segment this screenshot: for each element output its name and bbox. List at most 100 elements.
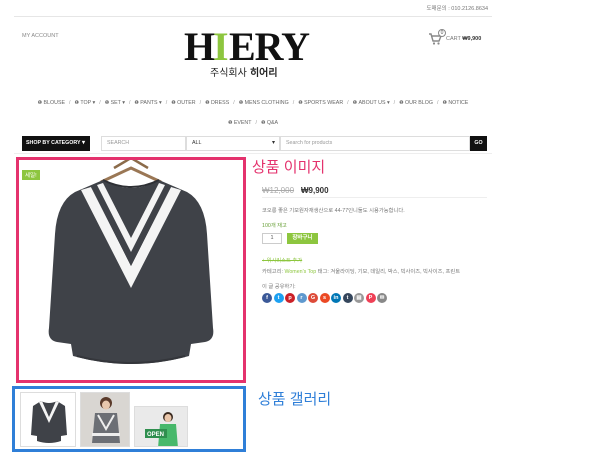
nav-item-mens-clothing[interactable]: ❶ MENS CLOTHING / bbox=[239, 93, 295, 113]
gallery-thumbnail-3[interactable]: OPEN bbox=[134, 406, 188, 447]
nav-separator: / bbox=[255, 120, 257, 126]
svg-text:H: H bbox=[184, 24, 215, 69]
cart-count-badge: 0 bbox=[438, 29, 446, 37]
svg-text:ERY: ERY bbox=[229, 24, 310, 69]
nav-item-label: PANTS bbox=[140, 100, 158, 106]
add-to-wishlist-link[interactable]: + 위시리스트 추가 bbox=[262, 256, 302, 264]
nav-item-dress[interactable]: ❶ DRESS / bbox=[205, 93, 235, 113]
nav-item-label: TOP bbox=[80, 100, 92, 106]
stock-status: 100개 재고 bbox=[262, 223, 287, 229]
nav-separator: / bbox=[199, 100, 202, 106]
top-bar: 도매문의 : 010.2126.8634 bbox=[14, 0, 492, 17]
nav-item-sports-wear[interactable]: ❶ SPORTS WEAR / bbox=[298, 93, 348, 113]
nav-item-label: NOTICE bbox=[448, 100, 469, 106]
svg-text:I: I bbox=[213, 24, 229, 69]
twitter-icon[interactable]: t bbox=[273, 293, 284, 303]
sale-price: ₩9,900 bbox=[301, 186, 329, 195]
nav-item-outer[interactable]: ❶ OUTER / bbox=[171, 93, 201, 113]
thumbnail-image: OPEN bbox=[135, 407, 187, 446]
share-label: 이 글 공유하기: bbox=[262, 284, 296, 290]
search-scope-select[interactable]: ALL ▾ bbox=[186, 136, 280, 151]
scope-value: ALL bbox=[192, 140, 202, 146]
email-icon[interactable]: ✉ bbox=[377, 293, 387, 303]
nav-item-notice[interactable]: ❶ NOTICE bbox=[442, 93, 468, 113]
facebook-icon[interactable]: f bbox=[262, 293, 272, 303]
original-price: ₩12,000 bbox=[262, 186, 295, 195]
divider bbox=[14, 153, 492, 154]
nav-item-label: MENS CLOTHING bbox=[244, 100, 289, 106]
reddit-icon[interactable]: r bbox=[296, 293, 307, 303]
print-icon[interactable]: ▤ bbox=[354, 293, 364, 303]
nav-separator: / bbox=[99, 100, 101, 106]
logo-image: H I ERY 주식회사 히어리 bbox=[184, 24, 311, 79]
price-line: ₩12,000 ₩9,900 bbox=[262, 178, 487, 198]
nav-item-about-us[interactable]: ❶ ABOUT US ▾ / bbox=[353, 93, 395, 113]
nav-item-pants[interactable]: ❶ PANTS ▾ / bbox=[134, 93, 167, 113]
search-label: SEARCH bbox=[107, 140, 130, 146]
nav-item-label: OUTER bbox=[177, 100, 196, 106]
nav-item-our-blog[interactable]: ❶ OUR BLOG / bbox=[399, 93, 438, 113]
categories-prefix: 카테고리: bbox=[262, 269, 285, 275]
product-image-frame bbox=[16, 156, 246, 383]
chevron-down-icon: ▾ bbox=[120, 100, 125, 106]
linkedin-icon[interactable]: in bbox=[331, 293, 341, 303]
nav-item-set[interactable]: ❶ SET ▾ / bbox=[105, 93, 131, 113]
nav-item-label: SPORTS WEAR bbox=[304, 100, 344, 106]
sale-badge: 세일! bbox=[22, 170, 40, 180]
search-bar: SHOP BY CATEGORY ▾ SEARCH ALL ▾ Search f… bbox=[22, 136, 487, 151]
thumbnail-image bbox=[81, 393, 129, 446]
category-link[interactable]: Women's Top bbox=[284, 269, 316, 275]
svg-text:OPEN: OPEN bbox=[147, 432, 164, 438]
chevron-down-icon: ▾ bbox=[91, 100, 96, 106]
googleplus-icon[interactable]: G bbox=[308, 293, 318, 303]
nav-item-q-a[interactable]: ❶ Q&A bbox=[261, 113, 278, 133]
cart-label: CART bbox=[446, 36, 461, 42]
search-label-box[interactable]: SEARCH bbox=[101, 136, 186, 151]
nav-item-label: ABOUT US bbox=[358, 100, 386, 106]
stumbleupon-icon[interactable]: s bbox=[319, 293, 330, 303]
shop-by-category-button[interactable]: SHOP BY CATEGORY ▾ bbox=[22, 136, 90, 151]
search-go-button[interactable]: GO bbox=[470, 136, 487, 151]
gallery-thumbnail-2[interactable] bbox=[80, 392, 130, 447]
site-logo[interactable]: H I ERY 주식회사 히어리 bbox=[180, 24, 330, 82]
nav-item-label: BLOUSE bbox=[43, 100, 66, 106]
chevron-down-icon: ▾ bbox=[385, 100, 390, 106]
nav-item-top[interactable]: ❶ TOP ▾ / bbox=[75, 93, 101, 113]
product-description: 코오롱 좋은 기모원자재생산으로 44-77인니둘도 시용가능합니다. bbox=[262, 208, 405, 214]
nav-item-event[interactable]: ❶ EVENT / bbox=[228, 113, 257, 133]
product-image[interactable] bbox=[19, 156, 243, 380]
chevron-down-icon: ▾ bbox=[81, 140, 85, 146]
nav-item-blouse[interactable]: ❶ BLOUSE / bbox=[38, 93, 71, 113]
cart-widget[interactable]: 0 CART ₩9,900 bbox=[428, 29, 490, 45]
gallery-thumbnail-1[interactable] bbox=[20, 392, 76, 447]
nav-item-label: DRESS bbox=[210, 100, 230, 106]
cart-total: ₩9,900 bbox=[462, 36, 482, 42]
tumblr-icon[interactable]: t bbox=[342, 293, 353, 303]
category-button-label: SHOP BY CATEGORY bbox=[26, 140, 81, 146]
tags-list: 태그: 겨울라이딩, 기모, 데일리, 박스, 빅사이즈, 빅사이즈, 프린트 bbox=[316, 269, 461, 275]
nav-separator: / bbox=[292, 100, 295, 106]
nav-item-label: Q&A bbox=[266, 120, 279, 126]
main-navigation: ❶ BLOUSE / ❶ TOP ▾ / ❶ SET ▾ / ❶ PANTS ▾ / ❶ OUT… bbox=[14, 93, 492, 133]
pinterest-icon[interactable]: p bbox=[285, 293, 295, 303]
nav-separator: / bbox=[69, 100, 71, 106]
nav-separator: / bbox=[165, 100, 168, 106]
chevron-down-icon: ▾ bbox=[271, 140, 275, 146]
nav-separator: / bbox=[393, 100, 396, 106]
product-page: 도매문의 : 010.2126.8634 MY ACCOUNT H I ERY … bbox=[0, 0, 600, 459]
nav-separator: / bbox=[233, 100, 235, 106]
nav-separator: / bbox=[128, 100, 131, 106]
wholesale-contact: 도매문의 : 010.2126.8634 bbox=[426, 6, 488, 12]
nav-separator: / bbox=[436, 100, 439, 106]
product-meta: 카테고리: Women's Top 태그: 겨울라이딩, 기모, 데일리, 박스… bbox=[262, 267, 460, 275]
search-input[interactable]: Search for products bbox=[280, 136, 470, 151]
my-account-link[interactable]: MY ACCOUNT bbox=[22, 33, 59, 39]
search-placeholder: Search for products bbox=[286, 140, 333, 146]
add-to-cart-button[interactable]: 장바구니 bbox=[287, 233, 318, 244]
nav-item-label: EVENT bbox=[233, 120, 252, 126]
nav-item-label: SET bbox=[110, 100, 121, 106]
svg-text:주식회사 히어리: 주식회사 히어리 bbox=[210, 66, 278, 79]
quantity-input[interactable]: 1 bbox=[262, 233, 282, 244]
pocket-icon[interactable]: P bbox=[365, 293, 376, 303]
nav-separator: / bbox=[347, 100, 349, 106]
